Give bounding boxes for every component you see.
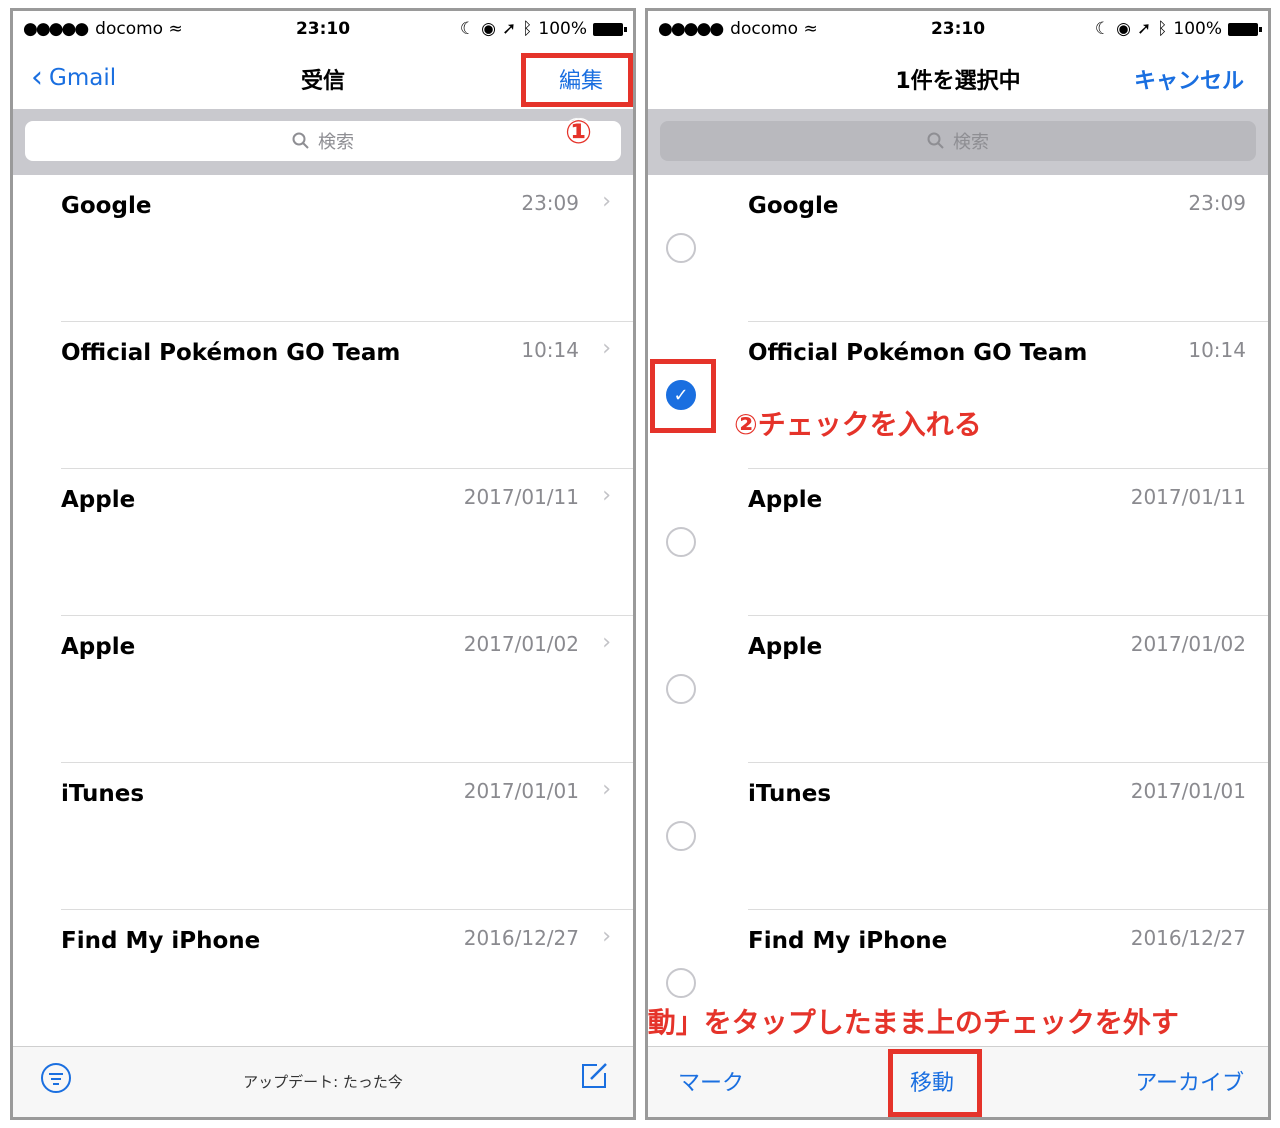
email-sender: Find My iPhone — [748, 928, 948, 954]
list-item[interactable]: Apple 2017/01/11 › — [13, 469, 633, 616]
battery-icon — [1228, 22, 1262, 36]
location-icon: ➚ — [501, 19, 517, 39]
rotation-lock-icon: ◉ — [481, 19, 496, 39]
search-input: 検索 — [660, 121, 1256, 161]
email-sender: Apple — [61, 634, 136, 660]
email-date: 10:14 — [521, 338, 579, 362]
select-radio[interactable] — [666, 233, 696, 263]
location-icon: ➚ — [1136, 19, 1152, 39]
list-item[interactable]: Apple 2017/01/02 › — [13, 616, 633, 763]
update-status: アップデート: たった今 — [243, 1073, 403, 1091]
battery-icon — [593, 22, 627, 36]
chevron-right-icon: › — [602, 630, 611, 655]
email-date: 23:09 — [1188, 191, 1246, 215]
inbox-screen: ●●●●● docomo ≈ 23:10 ☾ ◉ ➚ ᛒ 100% ‹ Gmail… — [10, 8, 636, 1120]
highlight-edit — [521, 53, 633, 107]
list-item[interactable]: Apple 2017/01/11 — [648, 469, 1268, 616]
bottom-toolbar: アップデート: たった今 — [13, 1046, 633, 1117]
status-bar: ●●●●● docomo ≈ 23:10 ☾ ◉ ➚ ᛒ 100% — [648, 11, 1268, 49]
list-item[interactable]: Google 23:09 › — [13, 175, 633, 322]
email-date: 2017/01/01 — [1130, 779, 1246, 803]
step2-annotation: ②チェックを入れる — [734, 408, 982, 441]
email-sender: iTunes — [748, 781, 832, 807]
search-icon — [927, 132, 944, 149]
email-date: 2017/01/02 — [463, 632, 579, 656]
select-radio[interactable] — [666, 674, 696, 704]
email-sender: Official Pokémon GO Team — [61, 340, 401, 366]
archive-button[interactable]: アーカイブ — [1135, 1065, 1244, 1097]
list-item[interactable]: Official Pokémon GO Team 10:14 › — [13, 322, 633, 469]
list-item[interactable]: iTunes 2017/01/01 › — [13, 763, 633, 910]
compose-icon[interactable] — [579, 1061, 609, 1091]
search-bar: 検索 — [13, 109, 633, 175]
bluetooth-icon: ᛒ — [1157, 19, 1168, 39]
search-input[interactable]: 検索 — [25, 121, 621, 161]
search-bar: 検索 — [648, 109, 1268, 175]
list-item[interactable]: Google 23:09 — [648, 175, 1268, 322]
step1-annotation: ① — [565, 113, 593, 151]
step3-annotation: ③「移動」をタップしたまま上のチェックを外す — [647, 1006, 1179, 1039]
email-sender: Official Pokémon GO Team — [748, 340, 1088, 366]
battery-percent: 100% — [1173, 19, 1222, 39]
search-placeholder: 検索 — [953, 132, 989, 153]
email-date: 2017/01/01 — [463, 779, 579, 803]
chevron-right-icon: › — [602, 336, 611, 361]
search-icon — [292, 132, 309, 149]
list-item[interactable]: Find My iPhone 2016/12/27 › — [13, 910, 633, 1057]
email-sender: Google — [61, 193, 152, 219]
select-radio[interactable] — [666, 527, 696, 557]
email-date: 2016/12/27 — [1130, 926, 1246, 950]
email-date: 2017/01/11 — [1130, 485, 1246, 509]
email-sender: Apple — [748, 487, 823, 513]
highlight-checkbox — [650, 359, 716, 433]
nav-bar: 1件を選択中 キャンセル — [648, 49, 1268, 109]
email-date: 2016/12/27 — [463, 926, 579, 950]
bluetooth-icon: ᛒ — [522, 19, 533, 39]
battery-percent: 100% — [538, 19, 587, 39]
moon-icon: ☾ — [459, 19, 476, 39]
chevron-right-icon: › — [602, 924, 611, 949]
search-placeholder: 検索 — [318, 132, 354, 153]
email-sender: iTunes — [61, 781, 145, 807]
rotation-lock-icon: ◉ — [1116, 19, 1131, 39]
status-bar: ●●●●● docomo ≈ 23:10 ☾ ◉ ➚ ᛒ 100% — [13, 11, 633, 49]
highlight-move — [888, 1049, 982, 1117]
list-item[interactable]: iTunes 2017/01/01 — [648, 763, 1268, 910]
chevron-right-icon: › — [602, 777, 611, 802]
email-date: 2017/01/11 — [463, 485, 579, 509]
list-item[interactable]: ✓ Official Pokémon GO Team 10:14 — [648, 322, 1268, 469]
chevron-right-icon: › — [602, 189, 611, 214]
email-sender: Google — [748, 193, 839, 219]
email-date: 23:09 — [521, 191, 579, 215]
mark-button[interactable]: マーク — [678, 1065, 744, 1097]
select-radio[interactable] — [666, 968, 696, 998]
email-date: 10:14 — [1188, 338, 1246, 362]
chevron-right-icon: › — [602, 483, 611, 508]
email-sender: Find My iPhone — [61, 928, 261, 954]
select-radio[interactable] — [666, 821, 696, 851]
email-sender: Apple — [748, 634, 823, 660]
cancel-button[interactable]: キャンセル — [1134, 63, 1244, 95]
email-sender: Apple — [61, 487, 136, 513]
moon-icon: ☾ — [1094, 19, 1111, 39]
list-item[interactable]: Apple 2017/01/02 — [648, 616, 1268, 763]
edit-mode-screen: ●●●●● docomo ≈ 23:10 ☾ ◉ ➚ ᛒ 100% 1件を選択中 … — [645, 8, 1271, 1120]
email-date: 2017/01/02 — [1130, 632, 1246, 656]
